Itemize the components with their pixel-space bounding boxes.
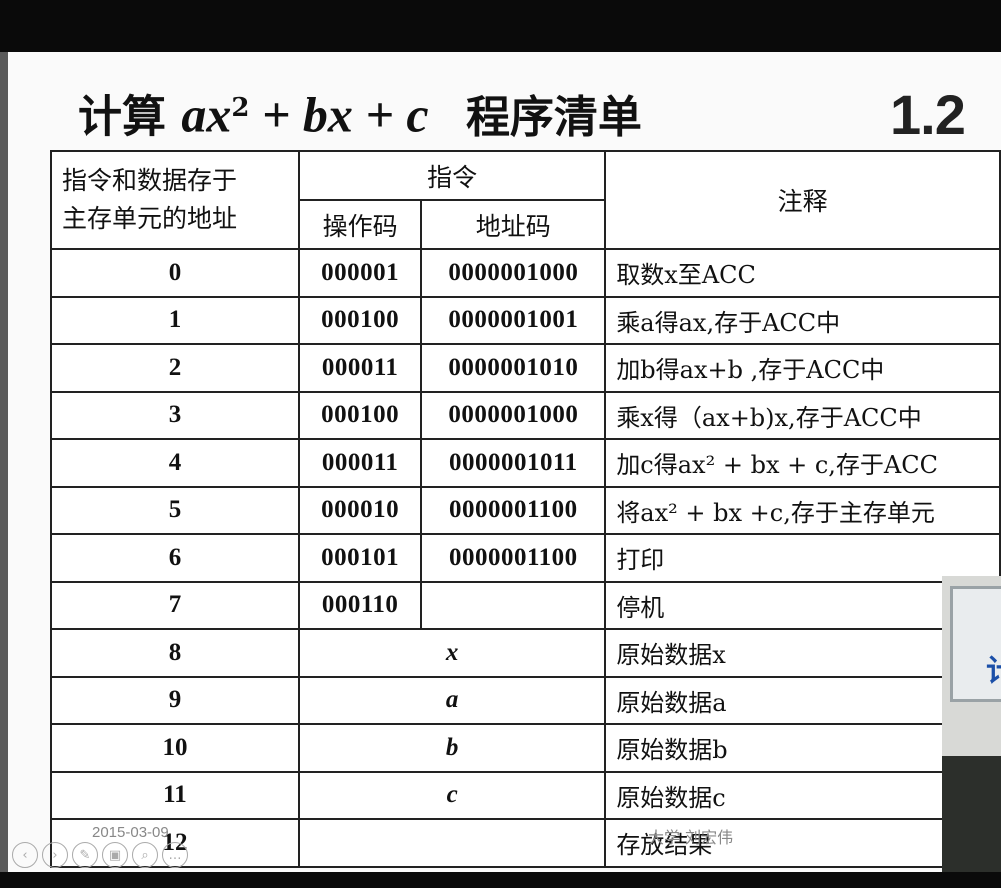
table-row: 1 000100 0000001001 乘a得ax,存于ACC中: [50, 295, 1001, 345]
row-note: 打印: [604, 533, 1001, 583]
table-row: 0 000001 0000001000 取数x至ACC: [50, 248, 1001, 298]
row-address: 0: [50, 248, 300, 298]
row-note: 乘x得（ax+b)x,存于ACC中: [604, 390, 1001, 440]
video-top-bar: [0, 0, 1001, 52]
footer-date: 2015-03-09: [92, 824, 169, 841]
row-note: 加c得ax² + bx + c,存于ACC: [604, 438, 1001, 488]
slide-controls: ‹ › ✎ ▣ ⌕ …: [12, 842, 188, 868]
row-address: 11: [50, 770, 300, 820]
header-addrcode: 地址码: [420, 199, 607, 250]
table-row: 12 存放结果: [50, 818, 1001, 868]
table-row: 2 000011 0000001010 加b得ax+b ,存于ACC中: [50, 343, 1001, 393]
webcam-overlay: 计: [942, 576, 1001, 872]
footer-author: 大学 刘宏伟: [648, 828, 734, 847]
slide-title: 计算 ax2 + bx + c 程序清单: [78, 78, 642, 143]
slide: 计算 ax2 + bx + c 程序清单 1.2 指令和数据存于 主存单元的地址…: [8, 52, 1001, 872]
row-note: 原始数据c: [604, 770, 1001, 820]
row-data-value: c: [297, 770, 607, 820]
table-row: 4 000011 0000001011 加c得ax² + bx + c,存于ACC: [50, 438, 1001, 488]
table-row: 10 b 原始数据b: [50, 723, 1001, 773]
slides-icon[interactable]: ▣: [102, 842, 128, 868]
row-address: 6: [50, 533, 300, 583]
row-note: 取数x至ACC: [604, 248, 1001, 298]
row-data-value: x: [297, 628, 607, 678]
header-address-line2: 主存单元的地址: [62, 204, 238, 233]
row-note: 原始数据b: [604, 723, 1001, 773]
webcam-floor: [942, 756, 1001, 872]
program-table: 指令和数据存于 主存单元的地址 指令 注释 操作码 地址码 0 000001 000…: [50, 150, 1001, 868]
row-data-value: b: [297, 723, 607, 773]
row-opcode: 000110: [297, 580, 423, 630]
table-row: 9 a 原始数据a: [50, 675, 1001, 725]
row-addrcode: 0000001001: [420, 295, 607, 345]
row-data-value: [297, 818, 607, 868]
pen-icon[interactable]: ✎: [72, 842, 98, 868]
title-suffix: 程序清单: [465, 91, 642, 143]
row-address: 2: [50, 343, 300, 393]
row-addrcode: 0000001100: [420, 533, 607, 583]
row-address: 3: [50, 390, 300, 440]
table-row: 6 000101 0000001100 打印: [50, 533, 1001, 583]
row-opcode: 000100: [297, 390, 423, 440]
table-row: 8 x 原始数据x: [50, 628, 1001, 678]
title-prefix: 计算: [78, 91, 166, 143]
row-opcode: 000001: [297, 248, 423, 298]
row-opcode: 000011: [297, 438, 423, 488]
row-address: 9: [50, 675, 300, 725]
row-address: 1: [50, 295, 300, 345]
row-note: 原始数据x: [604, 628, 1001, 678]
header-opcode: 操作码: [297, 199, 423, 250]
row-note: 将ax² + bx +c,存于主存单元: [604, 485, 1001, 535]
title-math-ax: ax: [181, 86, 232, 143]
row-note: 原始数据a: [604, 675, 1001, 725]
zoom-icon[interactable]: ⌕: [132, 842, 158, 868]
more-icon[interactable]: …: [162, 842, 188, 868]
row-opcode: 000101: [297, 533, 423, 583]
video-bottom-bar: [0, 872, 1001, 888]
row-addrcode: 0000001010: [420, 343, 607, 393]
table-row: 11 c 原始数据c: [50, 770, 1001, 820]
section-badge: 1.2: [890, 83, 966, 146]
table-row: 3 000100 0000001000 乘x得（ax+b)x,存于ACC中: [50, 390, 1001, 440]
row-note: 乘a得ax,存于ACC中: [604, 295, 1001, 345]
row-addrcode: 0000001000: [420, 248, 607, 298]
header-address: 指令和数据存于 主存单元的地址: [50, 150, 300, 250]
header-instruction: 指令: [297, 150, 607, 201]
row-address: 4: [50, 438, 300, 488]
row-address: 7: [50, 580, 300, 630]
row-address: 5: [50, 485, 300, 535]
title-superscript: 2: [231, 93, 250, 123]
row-addrcode: [420, 580, 607, 630]
row-addrcode: 0000001000: [420, 390, 607, 440]
row-addrcode: 0000001011: [420, 438, 607, 488]
row-opcode: 000011: [297, 343, 423, 393]
row-note: 加b得ax+b ,存于ACC中: [604, 343, 1001, 393]
row-data-value: a: [297, 675, 607, 725]
webcam-glyph: 计: [986, 646, 1001, 690]
next-icon[interactable]: ›: [42, 842, 68, 868]
left-edge: [0, 52, 8, 888]
table-row: 7 000110 停机: [50, 580, 1001, 630]
row-opcode: 000010: [297, 485, 423, 535]
table-row: 5 000010 0000001100 将ax² + bx +c,存于主存单元: [50, 485, 1001, 535]
row-note: 停机: [604, 580, 1001, 630]
title-math-rest: + bx + c: [249, 86, 429, 143]
row-address: 8: [50, 628, 300, 678]
row-address: 10: [50, 723, 300, 773]
row-addrcode: 0000001100: [420, 485, 607, 535]
header-address-line1: 指令和数据存于: [62, 166, 238, 195]
header-note: 注释: [604, 150, 1001, 250]
row-opcode: 000100: [297, 295, 423, 345]
prev-icon[interactable]: ‹: [12, 842, 38, 868]
